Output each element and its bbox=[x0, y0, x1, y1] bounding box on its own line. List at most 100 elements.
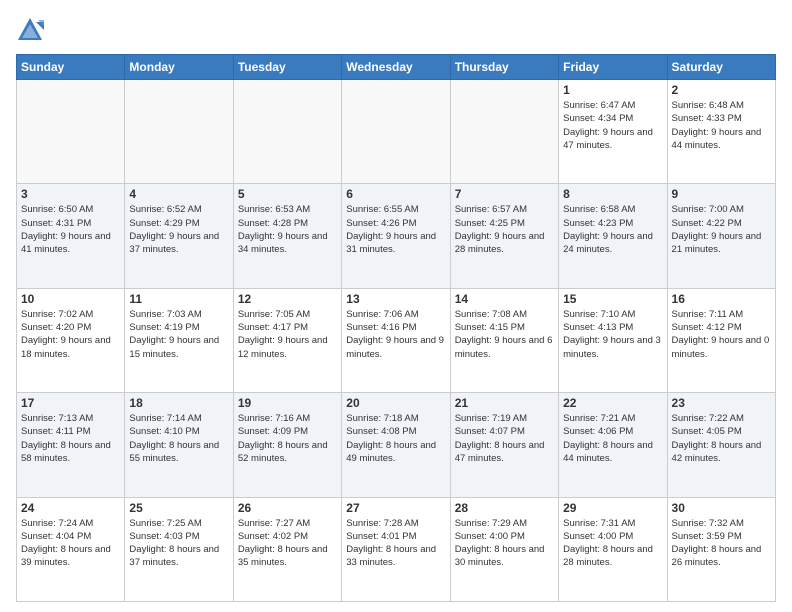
page: SundayMondayTuesdayWednesdayThursdayFrid… bbox=[0, 0, 792, 612]
day-info: Sunrise: 7:00 AM Sunset: 4:22 PM Dayligh… bbox=[672, 203, 771, 256]
day-cell: 1 Sunrise: 6:47 AM Sunset: 4:34 PM Daylig… bbox=[559, 80, 667, 184]
day-number: 22 bbox=[563, 396, 662, 410]
day-cell: 5 Sunrise: 6:53 AM Sunset: 4:28 PM Daylig… bbox=[233, 184, 341, 288]
day-info: Sunrise: 7:18 AM Sunset: 4:08 PM Dayligh… bbox=[346, 412, 445, 465]
day-cell: 26Sunrise: 7:27 AM Sunset: 4:02 PM Dayli… bbox=[233, 497, 341, 601]
day-number: 1 bbox=[563, 83, 662, 97]
day-cell: 16 Sunrise: 7:11 AM Sunset: 4:12 PM Dayli… bbox=[667, 288, 775, 392]
day-cell bbox=[450, 80, 558, 184]
day-cell: 13Sunrise: 7:06 AM Sunset: 4:16 PM Dayli… bbox=[342, 288, 450, 392]
day-cell: 2Sunrise: 6:48 AM Sunset: 4:33 PM Daylig… bbox=[667, 80, 775, 184]
day-info: Sunrise: 7:32 AM Sunset: 3:59 PM Dayligh… bbox=[672, 517, 771, 570]
day-info: Sunrise: 7:03 AM Sunset: 4:19 PM Dayligh… bbox=[129, 308, 228, 361]
day-number: 14 bbox=[455, 292, 554, 306]
day-cell: 27Sunrise: 7:28 AM Sunset: 4:01 PM Dayli… bbox=[342, 497, 450, 601]
calendar-table: SundayMondayTuesdayWednesdayThursdayFrid… bbox=[16, 54, 776, 602]
day-number: 15 bbox=[563, 292, 662, 306]
day-info: Sunrise: 6:53 AM Sunset: 4:28 PM Dayligh… bbox=[238, 203, 337, 256]
day-cell: 22 Sunrise: 7:21 AM Sunset: 4:06 PM Dayli… bbox=[559, 393, 667, 497]
day-info: Sunrise: 7:08 AM Sunset: 4:15 PM Dayligh… bbox=[455, 308, 554, 361]
week-row-0: 1 Sunrise: 6:47 AM Sunset: 4:34 PM Daylig… bbox=[17, 80, 776, 184]
day-number: 6 bbox=[346, 187, 445, 201]
day-info: Sunrise: 7:25 AM Sunset: 4:03 PM Dayligh… bbox=[129, 517, 228, 570]
day-cell bbox=[17, 80, 125, 184]
day-number: 12 bbox=[238, 292, 337, 306]
day-number: 24 bbox=[21, 501, 120, 515]
day-cell: 14 Sunrise: 7:08 AM Sunset: 4:15 PM Dayli… bbox=[450, 288, 558, 392]
col-header-saturday: Saturday bbox=[667, 55, 775, 80]
day-number: 10 bbox=[21, 292, 120, 306]
day-cell: 7 Sunrise: 6:57 AM Sunset: 4:25 PM Daylig… bbox=[450, 184, 558, 288]
week-row-2: 10 Sunrise: 7:02 AM Sunset: 4:20 PM Dayli… bbox=[17, 288, 776, 392]
calendar-header: SundayMondayTuesdayWednesdayThursdayFrid… bbox=[17, 55, 776, 80]
day-number: 19 bbox=[238, 396, 337, 410]
day-info: Sunrise: 7:02 AM Sunset: 4:20 PM Dayligh… bbox=[21, 308, 120, 361]
day-number: 30 bbox=[672, 501, 771, 515]
day-cell: 10 Sunrise: 7:02 AM Sunset: 4:20 PM Dayli… bbox=[17, 288, 125, 392]
calendar-body: 1 Sunrise: 6:47 AM Sunset: 4:34 PM Daylig… bbox=[17, 80, 776, 602]
logo bbox=[16, 16, 48, 44]
day-info: Sunrise: 7:28 AM Sunset: 4:01 PM Dayligh… bbox=[346, 517, 445, 570]
day-cell bbox=[125, 80, 233, 184]
day-number: 7 bbox=[455, 187, 554, 201]
day-number: 5 bbox=[238, 187, 337, 201]
day-info: Sunrise: 6:47 AM Sunset: 4:34 PM Dayligh… bbox=[563, 99, 662, 152]
day-cell: 23 Sunrise: 7:22 AM Sunset: 4:05 PM Dayli… bbox=[667, 393, 775, 497]
day-cell: 15 Sunrise: 7:10 AM Sunset: 4:13 PM Dayli… bbox=[559, 288, 667, 392]
day-info: Sunrise: 7:24 AM Sunset: 4:04 PM Dayligh… bbox=[21, 517, 120, 570]
day-number: 23 bbox=[672, 396, 771, 410]
day-cell: 11 Sunrise: 7:03 AM Sunset: 4:19 PM Dayli… bbox=[125, 288, 233, 392]
day-info: Sunrise: 7:05 AM Sunset: 4:17 PM Dayligh… bbox=[238, 308, 337, 361]
day-info: Sunrise: 6:52 AM Sunset: 4:29 PM Dayligh… bbox=[129, 203, 228, 256]
day-number: 25 bbox=[129, 501, 228, 515]
day-info: Sunrise: 6:58 AM Sunset: 4:23 PM Dayligh… bbox=[563, 203, 662, 256]
day-info: Sunrise: 6:48 AM Sunset: 4:33 PM Dayligh… bbox=[672, 99, 771, 152]
day-info: Sunrise: 7:06 AM Sunset: 4:16 PM Dayligh… bbox=[346, 308, 445, 361]
day-cell: 6 Sunrise: 6:55 AM Sunset: 4:26 PM Daylig… bbox=[342, 184, 450, 288]
day-info: Sunrise: 6:57 AM Sunset: 4:25 PM Dayligh… bbox=[455, 203, 554, 256]
day-cell: 9 Sunrise: 7:00 AM Sunset: 4:22 PM Daylig… bbox=[667, 184, 775, 288]
header bbox=[16, 16, 776, 44]
col-header-friday: Friday bbox=[559, 55, 667, 80]
col-header-monday: Monday bbox=[125, 55, 233, 80]
day-info: Sunrise: 7:29 AM Sunset: 4:00 PM Dayligh… bbox=[455, 517, 554, 570]
day-cell: 18Sunrise: 7:14 AM Sunset: 4:10 PM Dayli… bbox=[125, 393, 233, 497]
week-row-3: 17 Sunrise: 7:13 AM Sunset: 4:11 PM Dayli… bbox=[17, 393, 776, 497]
day-info: Sunrise: 7:13 AM Sunset: 4:11 PM Dayligh… bbox=[21, 412, 120, 465]
day-cell: 4Sunrise: 6:52 AM Sunset: 4:29 PM Daylig… bbox=[125, 184, 233, 288]
col-header-tuesday: Tuesday bbox=[233, 55, 341, 80]
day-cell: 28 Sunrise: 7:29 AM Sunset: 4:00 PM Dayli… bbox=[450, 497, 558, 601]
day-number: 21 bbox=[455, 396, 554, 410]
day-info: Sunrise: 7:31 AM Sunset: 4:00 PM Dayligh… bbox=[563, 517, 662, 570]
day-cell: 3 Sunrise: 6:50 AM Sunset: 4:31 PM Daylig… bbox=[17, 184, 125, 288]
day-info: Sunrise: 6:50 AM Sunset: 4:31 PM Dayligh… bbox=[21, 203, 120, 256]
day-number: 20 bbox=[346, 396, 445, 410]
day-cell: 20 Sunrise: 7:18 AM Sunset: 4:08 PM Dayli… bbox=[342, 393, 450, 497]
day-info: Sunrise: 7:14 AM Sunset: 4:10 PM Dayligh… bbox=[129, 412, 228, 465]
day-number: 16 bbox=[672, 292, 771, 306]
col-header-sunday: Sunday bbox=[17, 55, 125, 80]
day-number: 3 bbox=[21, 187, 120, 201]
day-info: Sunrise: 7:16 AM Sunset: 4:09 PM Dayligh… bbox=[238, 412, 337, 465]
header-row: SundayMondayTuesdayWednesdayThursdayFrid… bbox=[17, 55, 776, 80]
day-info: Sunrise: 7:10 AM Sunset: 4:13 PM Dayligh… bbox=[563, 308, 662, 361]
day-number: 11 bbox=[129, 292, 228, 306]
day-info: Sunrise: 7:21 AM Sunset: 4:06 PM Dayligh… bbox=[563, 412, 662, 465]
day-number: 28 bbox=[455, 501, 554, 515]
day-number: 29 bbox=[563, 501, 662, 515]
day-number: 9 bbox=[672, 187, 771, 201]
day-cell: 29 Sunrise: 7:31 AM Sunset: 4:00 PM Dayli… bbox=[559, 497, 667, 601]
day-info: Sunrise: 7:27 AM Sunset: 4:02 PM Dayligh… bbox=[238, 517, 337, 570]
day-info: Sunrise: 6:55 AM Sunset: 4:26 PM Dayligh… bbox=[346, 203, 445, 256]
day-cell bbox=[233, 80, 341, 184]
day-cell: 19 Sunrise: 7:16 AM Sunset: 4:09 PM Dayli… bbox=[233, 393, 341, 497]
day-info: Sunrise: 7:19 AM Sunset: 4:07 PM Dayligh… bbox=[455, 412, 554, 465]
day-number: 17 bbox=[21, 396, 120, 410]
day-cell: 25 Sunrise: 7:25 AM Sunset: 4:03 PM Dayli… bbox=[125, 497, 233, 601]
logo-icon bbox=[16, 16, 44, 44]
day-cell: 21 Sunrise: 7:19 AM Sunset: 4:07 PM Dayli… bbox=[450, 393, 558, 497]
day-info: Sunrise: 7:22 AM Sunset: 4:05 PM Dayligh… bbox=[672, 412, 771, 465]
col-header-wednesday: Wednesday bbox=[342, 55, 450, 80]
day-info: Sunrise: 7:11 AM Sunset: 4:12 PM Dayligh… bbox=[672, 308, 771, 361]
col-header-thursday: Thursday bbox=[450, 55, 558, 80]
